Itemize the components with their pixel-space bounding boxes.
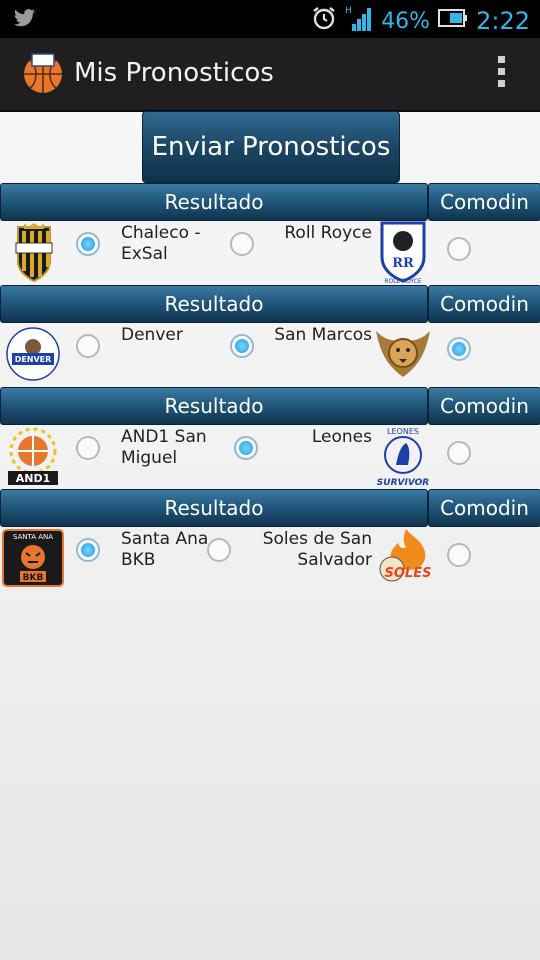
home-team-logo: AND1 xyxy=(4,425,64,489)
match-row-3: Resultado Comodin AND1 AND1 San Miguel L… xyxy=(0,387,540,489)
svg-text:RR: RR xyxy=(392,256,414,271)
comodin-radio[interactable] xyxy=(447,237,471,261)
svg-text:SANTA ANA: SANTA ANA xyxy=(13,533,53,541)
away-team-logo xyxy=(372,321,434,385)
svg-text:DENVER: DENVER xyxy=(15,355,52,364)
home-team-logo xyxy=(10,221,70,285)
comodin-header: Comodin xyxy=(428,489,540,527)
pick-home-radio[interactable] xyxy=(76,538,100,562)
pick-away-radio[interactable] xyxy=(207,538,231,562)
pick-away-radio[interactable] xyxy=(234,436,258,460)
result-header: Resultado xyxy=(0,285,428,323)
result-header: Resultado xyxy=(0,387,428,425)
comodin-header: Comodin xyxy=(428,285,540,323)
action-bar: Mis Pronosticos xyxy=(0,38,540,112)
away-team-logo: LEONES SURVIVOR xyxy=(374,425,432,488)
status-bar: H 46% 2:22 xyxy=(0,0,540,38)
comodin-radio[interactable] xyxy=(447,543,471,567)
away-team-name: Roll Royce xyxy=(284,223,372,243)
away-team-name: Leones xyxy=(311,427,372,447)
pick-home-radio[interactable] xyxy=(76,436,100,460)
send-predictions-button[interactable]: Enviar Pronosticos xyxy=(142,111,400,183)
svg-text:AND1: AND1 xyxy=(16,472,51,485)
home-team-logo: DENVER xyxy=(4,325,64,389)
match-row-1: Resultado Comodin Chaleco - ExSal Roll R… xyxy=(0,183,540,285)
comodin-radio[interactable] xyxy=(447,337,471,361)
app-title: Mis Pronosticos xyxy=(74,58,274,88)
battery-icon xyxy=(438,8,468,34)
pick-away-radio[interactable] xyxy=(230,334,254,358)
svg-text:SOLES: SOLES xyxy=(385,566,432,581)
comodin-header: Comodin xyxy=(428,183,540,221)
home-team-name: Denver xyxy=(121,325,183,345)
alarm-icon xyxy=(311,5,337,37)
svg-text:LEONES: LEONES xyxy=(387,427,419,436)
away-team-logo: RR ROLL ROYCE xyxy=(376,219,430,285)
overflow-menu-icon[interactable] xyxy=(498,56,508,94)
pick-home-radio[interactable] xyxy=(76,232,100,256)
svg-text:BKB: BKB xyxy=(23,573,44,583)
home-team-name: Chaleco - ExSal xyxy=(121,223,201,264)
app-basketball-icon[interactable] xyxy=(22,52,64,94)
match-row-4: Resultado Comodin SANTA ANA BKB Santa An… xyxy=(0,489,540,591)
pick-home-radio[interactable] xyxy=(76,334,100,358)
match-row-2: Resultado Comodin DENVER Denver San Marc… xyxy=(0,285,540,387)
comodin-radio[interactable] xyxy=(447,441,471,465)
result-header: Resultado xyxy=(0,183,428,221)
away-team-logo: SOLES xyxy=(372,525,436,591)
pick-away-radio[interactable] xyxy=(230,232,254,256)
clock: 2:22 xyxy=(476,7,530,35)
svg-text:ROLL ROYCE: ROLL ROYCE xyxy=(384,278,422,285)
twitter-icon xyxy=(14,8,36,32)
comodin-header: Comodin xyxy=(428,387,540,425)
result-header: Resultado xyxy=(0,489,428,527)
signal-icon: H xyxy=(345,4,373,38)
battery-percent: 46% xyxy=(381,8,431,34)
home-team-logo: SANTA ANA BKB xyxy=(2,529,64,593)
away-team-name: Soles de San Salvador xyxy=(262,529,372,570)
away-team-name: San Marcos xyxy=(274,325,372,345)
home-team-name: AND1 San Miguel xyxy=(121,427,207,468)
svg-text:SURVIVOR: SURVIVOR xyxy=(377,478,429,487)
svg-text:H: H xyxy=(345,6,352,16)
